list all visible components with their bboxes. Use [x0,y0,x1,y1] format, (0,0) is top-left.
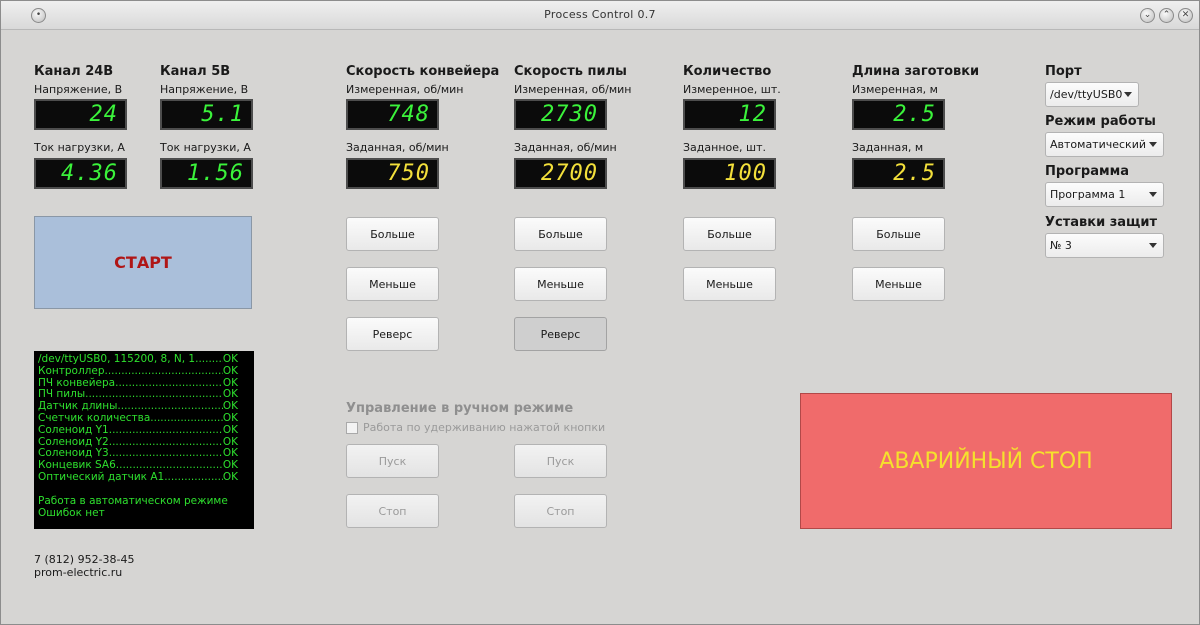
conveyor-header: Скорость конвейера [346,64,500,79]
start-button[interactable]: СТАРТ [34,216,252,309]
mode-label: Режим работы [1045,114,1156,129]
ch5-current-label: Ток нагрузки, А [160,141,251,154]
length-header: Длина заготовки [852,64,980,79]
log-line-dots [195,354,223,366]
log-message: Ошибок нет [38,506,105,519]
protection-select-value: № 3 [1050,239,1072,252]
ch24-voltage-display: 24 [34,99,127,130]
port-select[interactable]: /dev/ttyUSB0 [1045,82,1139,107]
ch5-current-display: 1.56 [160,158,253,189]
ch5-header: Канал 5В [160,64,231,79]
log-line-status: OK [222,411,238,424]
ch5-voltage-label: Напряжение, В [160,83,249,96]
length-less-button[interactable]: Меньше [852,267,945,301]
length-measured-label: Измеренная, м [852,83,938,96]
length-measured-display: 2.5 [852,99,945,130]
quantity-more-button[interactable]: Больше [683,217,776,251]
chevron-down-icon [1124,92,1132,97]
mode-select[interactable]: Автоматический [1045,132,1164,157]
chevron-down-icon [1149,142,1157,147]
conveyor-measured-display: 748 [346,99,439,130]
log-line-dots [105,366,223,378]
quantity-set-display: 100 [683,158,776,189]
log-line-dots [109,437,223,449]
log-message: Работа в автоматическом режиме [38,494,228,507]
saw-measured-display: 2730 [514,99,607,130]
log-spacer [38,484,254,496]
log-line-dots [164,472,223,484]
port-label: Порт [1045,64,1082,79]
program-select[interactable]: Программа 1 [1045,182,1164,207]
log-line: Счетчик количества OK [38,411,254,425]
chevron-down-icon [1149,243,1157,248]
protection-label: Уставки защит [1045,215,1158,230]
log-line-dots [115,378,223,390]
quantity-measured-display: 12 [683,99,776,130]
manual-control-header: Управление в ручном режиме [346,401,574,416]
saw-measured-label: Измеренная, об/мин [514,83,632,96]
log-line-dots [150,413,223,425]
port-select-value: /dev/ttyUSB0 [1050,88,1123,101]
manual-start-button-2[interactable]: Пуск [514,444,607,478]
saw-reverse-button[interactable]: Реверс [514,317,607,351]
log-line: Контроллер OK [38,364,254,378]
log-line-dots [109,425,223,437]
saw-header: Скорость пилы [514,64,627,79]
length-more-button[interactable]: Больше [852,217,945,251]
conveyor-set-label: Заданная, об/мин [346,141,449,154]
log-line-status: OK [222,470,238,483]
minimize-icon[interactable]: ⌄ [1140,8,1155,23]
quantity-header: Количество [683,64,772,79]
log-line: Соленоид Y1 OK [38,423,254,437]
log-line-status: OK [222,423,238,436]
manual-start-button-1[interactable]: Пуск [346,444,439,478]
maximize-icon[interactable]: ⌃ [1159,8,1174,23]
ch24-current-display: 4.36 [34,158,127,189]
saw-set-label: Заданная, об/мин [514,141,617,154]
hold-button-checkbox-label: Работа по удерживанию нажатой кнопки [363,421,606,434]
saw-set-display: 2700 [514,158,607,189]
log-line-status: OK [222,364,238,377]
status-log: /dev/ttyUSB0, 115200, 8, N, 1OKКонтролле… [34,351,254,529]
conveyor-less-button[interactable]: Меньше [346,267,439,301]
window-title: Process Control 0.7 [544,8,656,21]
quantity-less-button[interactable]: Меньше [683,267,776,301]
ch5-voltage-display: 5.1 [160,99,253,130]
ch24-voltage-label: Напряжение, В [34,83,123,96]
footer-site: prom-electric.ru [34,566,123,579]
chevron-down-icon [1149,192,1157,197]
saw-more-button[interactable]: Больше [514,217,607,251]
length-set-label: Заданная, м [852,141,924,154]
ch24-header: Канал 24В [34,64,114,79]
quantity-set-label: Заданное, шт. [683,141,766,154]
app-window: • Process Control 0.7 ⌄ ⌃ ✕ Канал 24В На… [0,0,1200,625]
log-line-name: Соленоид Y1 [38,423,109,436]
log-line-name: Оптический датчик A1 [38,470,165,483]
program-select-value: Программа 1 [1050,188,1126,201]
close-icon[interactable]: ✕ [1178,8,1193,23]
protection-select[interactable]: № 3 [1045,233,1164,258]
quantity-measured-label: Измеренное, шт. [683,83,781,96]
conveyor-reverse-button[interactable]: Реверс [346,317,439,351]
mode-select-value: Автоматический [1050,138,1146,151]
emergency-stop-button[interactable]: АВАРИЙНЫЙ СТОП [800,393,1172,529]
title-bar: • Process Control 0.7 ⌄ ⌃ ✕ [1,1,1199,30]
hold-button-checkbox[interactable]: Работа по удерживанию нажатой кнопки [346,421,605,434]
manual-stop-button-1[interactable]: Стоп [346,494,439,528]
saw-less-button[interactable]: Меньше [514,267,607,301]
length-set-display: 2.5 [852,158,945,189]
footer-phone: 7 (812) 952-38-45 [34,553,135,566]
conveyor-more-button[interactable]: Больше [346,217,439,251]
log-line-name: Контроллер [38,364,105,377]
conveyor-measured-label: Измеренная, об/мин [346,83,464,96]
conveyor-set-display: 750 [346,158,439,189]
ch24-current-label: Ток нагрузки, А [34,141,125,154]
main-panel: Канал 24В Напряжение, В 24 Ток нагрузки,… [10,33,1190,613]
log-line: Оптический датчик A1 OK [38,470,254,484]
program-label: Программа [1045,164,1130,179]
manual-stop-button-2[interactable]: Стоп [514,494,607,528]
checkbox-box[interactable] [346,421,358,434]
log-line-dots [109,448,223,460]
log-line-name: Счетчик количества [38,411,151,424]
